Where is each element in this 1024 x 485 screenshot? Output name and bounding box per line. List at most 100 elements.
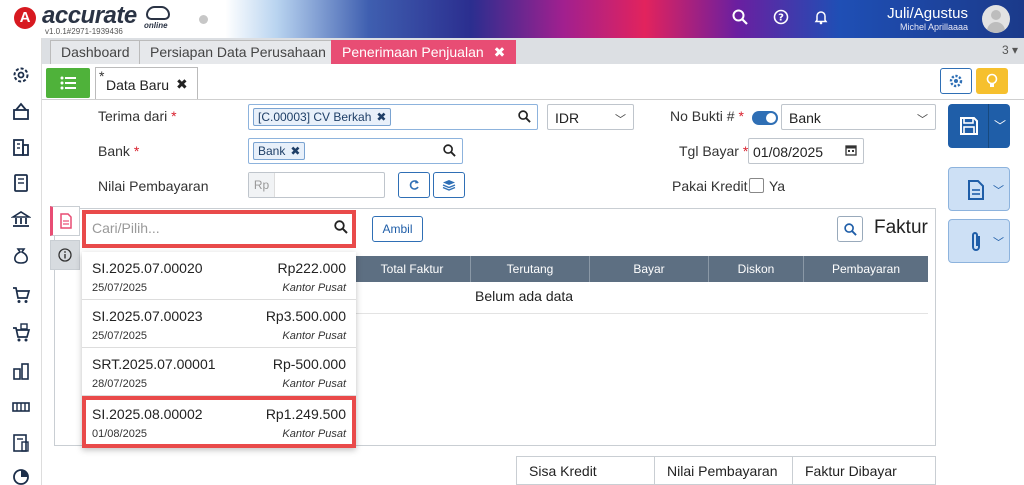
divider (792, 457, 793, 485)
faktur-search-button[interactable] (837, 216, 863, 242)
invoice-search-input[interactable]: Cari/Pilih... (82, 210, 356, 248)
tab-label: Penerimaan Penjualan (342, 44, 484, 60)
auto-number-toggle[interactable] (752, 111, 778, 125)
chevron-down-icon[interactable]: ﹀ (994, 117, 1006, 134)
inventory-icon[interactable] (10, 360, 32, 382)
tax-icon[interactable] (10, 432, 32, 454)
search-icon[interactable] (518, 110, 531, 126)
print-document-button[interactable]: ﹀ (948, 167, 1010, 211)
report-chart-icon[interactable] (10, 466, 32, 485)
settings-gear-icon[interactable] (10, 64, 32, 86)
search-icon[interactable] (443, 144, 456, 160)
invoice-number: SI.2025.07.00020 (92, 260, 203, 276)
recalculate-button[interactable] (398, 172, 430, 198)
divider (42, 99, 1024, 100)
customer-select[interactable]: [C.00003] CV Berkah ✖ (248, 104, 538, 130)
sales-cart-icon[interactable] (10, 322, 32, 344)
bell-icon[interactable] (813, 9, 829, 30)
tgl-bayar-label: Tgl Bayar * (679, 143, 748, 159)
close-icon[interactable]: ✖ (494, 44, 506, 60)
currency-value: IDR (555, 110, 580, 126)
remove-chip-icon[interactable]: ✖ (290, 144, 300, 158)
invoice-branch: Kantor Pusat (282, 282, 346, 294)
invoice-branch: Kantor Pusat (282, 428, 346, 440)
chevron-down-icon: ﹀ (615, 114, 626, 126)
chevron-down-icon[interactable]: ﹀ (993, 234, 1004, 250)
remove-chip-icon[interactable]: ✖ (376, 110, 386, 124)
list-item[interactable]: SI.2025.07.00023 Rp3.500.000 25/07/2025 … (82, 300, 356, 348)
column-bayar[interactable]: Bayar (590, 256, 709, 282)
tab-persiapan-data[interactable]: Persiapan Data Perusahaan (139, 40, 337, 64)
avatar[interactable] (982, 5, 1010, 33)
building-icon[interactable] (10, 136, 32, 158)
production-icon[interactable] (10, 396, 32, 418)
label-text: No Bukti # (670, 108, 735, 124)
app-version: v1.0.1#2971-1939436 (45, 27, 123, 36)
tips-button[interactable] (976, 68, 1008, 94)
column-pembayaran[interactable]: Pembayaran (804, 256, 928, 282)
currency-select[interactable]: IDR ﹀ (547, 104, 634, 130)
user-name[interactable]: Michel Aprillaaaa (900, 22, 968, 32)
sisa-kredit-label: Sisa Kredit (529, 463, 597, 479)
money-bag-icon[interactable] (10, 244, 32, 266)
info-tab[interactable] (50, 240, 80, 270)
list-item-highlighted[interactable]: SI.2025.08.00002 Rp1.249.500 01/08/2025 … (82, 396, 356, 448)
invoice-tab[interactable] (50, 206, 80, 236)
invoice-number: SRT.2025.07.00001 (92, 356, 216, 372)
cart-icon[interactable] (10, 284, 32, 306)
chevron-down-icon[interactable]: ﹀ (993, 182, 1004, 198)
bank-select[interactable]: Bank ✖ (248, 138, 463, 164)
app-logo-text: accurate (42, 2, 137, 29)
ambil-button[interactable]: Ambil (372, 216, 423, 242)
required-marker: * (171, 108, 177, 124)
refresh-icon (409, 180, 419, 190)
faktur-title: Faktur (874, 217, 928, 238)
tgl-bayar-value: 01/08/2025 (753, 144, 824, 160)
list-view-button[interactable] (46, 68, 90, 98)
customer-chip: [C.00003] CV Berkah ✖ (253, 108, 392, 126)
company-icon[interactable] (10, 100, 32, 122)
label-text: Terima dari (98, 108, 168, 124)
no-bukti-label: No Bukti # * (670, 108, 744, 124)
bank-icon[interactable] (10, 208, 32, 230)
invoice-date: 25/07/2025 (92, 330, 148, 342)
calendar-icon[interactable] (845, 144, 857, 159)
attachment-button[interactable]: ﹀ (948, 219, 1010, 263)
tab-overflow-count[interactable]: 3 ▾ (1002, 43, 1018, 57)
form-settings-button[interactable] (940, 68, 972, 94)
ledger-icon[interactable] (10, 172, 32, 194)
save-disk-icon (960, 117, 978, 135)
document-tab-data-baru[interactable]: * Data Baru ✖ (95, 67, 198, 99)
column-terutang[interactable]: Terutang (471, 256, 590, 282)
search-icon[interactable] (732, 9, 748, 30)
no-bukti-select[interactable]: Bank ﹀ (781, 104, 936, 130)
list-item[interactable]: SI.2025.07.00020 Rp222.000 25/07/2025 Ka… (82, 252, 356, 300)
nilai-pembayaran-input[interactable]: Rp (248, 172, 385, 198)
search-icon (843, 222, 857, 236)
bank-chip: Bank ✖ (253, 142, 306, 160)
column-total-faktur[interactable]: Total Faktur (354, 256, 471, 282)
pakai-kredit-checkbox[interactable] (749, 178, 764, 193)
column-diskon[interactable]: Diskon (709, 256, 804, 282)
accurate-logo-icon[interactable]: A (14, 7, 36, 29)
period-label[interactable]: Juli/Agustus (887, 5, 968, 22)
no-bukti-value: Bank (789, 110, 821, 126)
close-icon[interactable]: ✖ (176, 76, 188, 93)
empty-table-message: Belum ada data (475, 288, 574, 304)
tab-penerimaan-penjualan[interactable]: Penerimaan Penjualan ✖ (331, 40, 517, 64)
tab-dashboard[interactable]: Dashboard (50, 40, 141, 64)
app-header: A accurate online v1.0.1#2971-1939436 ? … (0, 0, 1024, 38)
list-item[interactable]: SRT.2025.07.00001 Rp-500.000 28/07/2025 … (82, 348, 356, 396)
save-button[interactable]: ﹀ (948, 104, 1010, 148)
chip-text: [C.00003] CV Berkah (258, 110, 372, 124)
help-icon[interactable]: ? (773, 9, 789, 30)
search-icon[interactable] (334, 220, 348, 237)
terima-dari-label: Terima dari * (98, 108, 177, 124)
cloud-icon (146, 6, 170, 20)
layers-button[interactable] (433, 172, 465, 198)
status-dot-icon (199, 15, 208, 24)
tab-label: Dashboard (61, 44, 130, 60)
tgl-bayar-input[interactable]: 01/08/2025 (748, 138, 864, 164)
gear-icon (949, 74, 963, 88)
nilai-pembayaran-summary-label: Nilai Pembayaran (667, 463, 778, 479)
